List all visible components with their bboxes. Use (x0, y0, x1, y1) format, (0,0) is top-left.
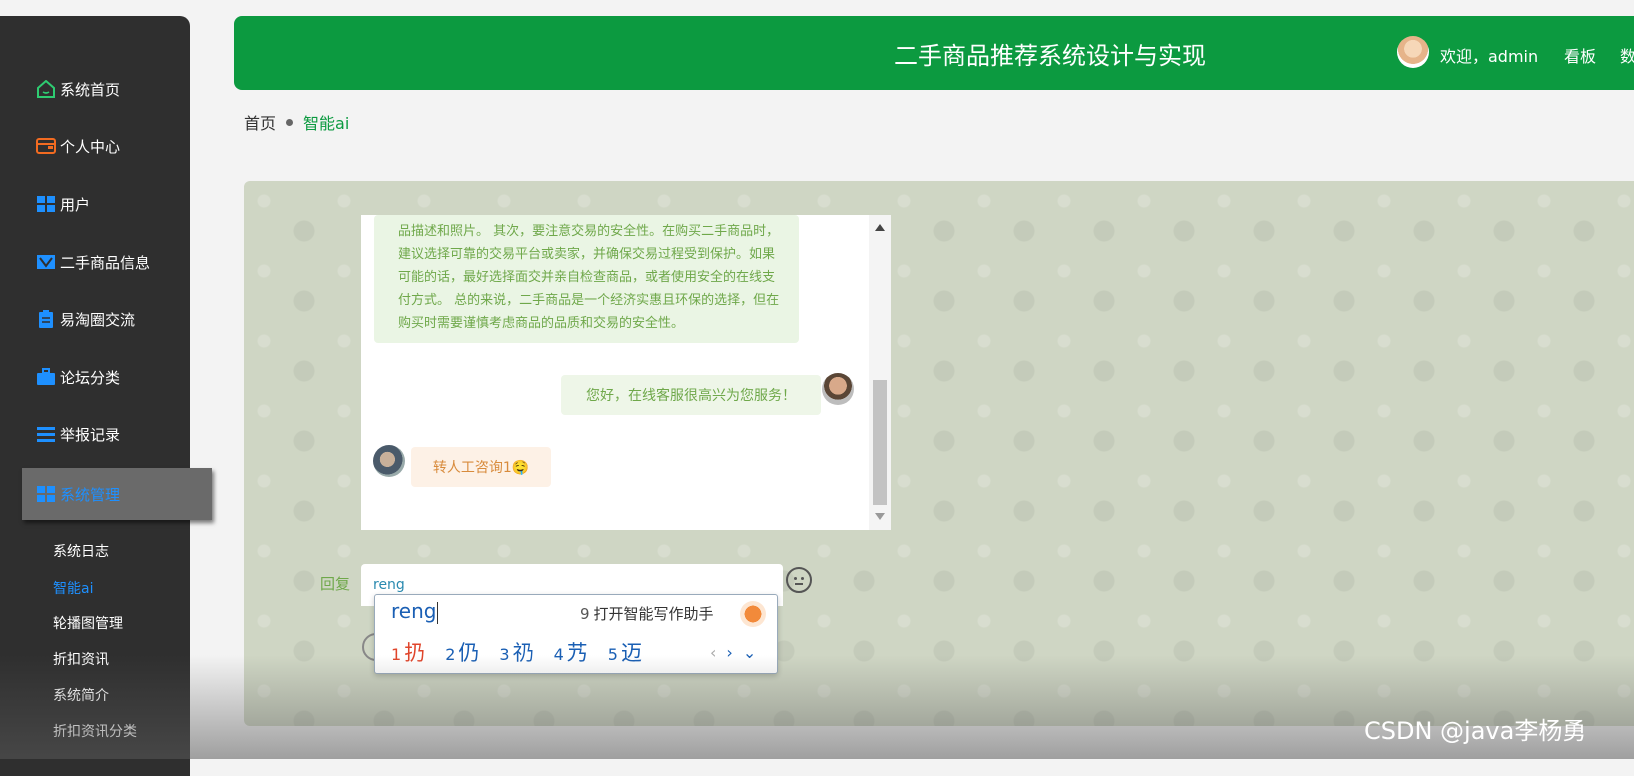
breadcrumb-separator (286, 118, 294, 126)
chevron-left-icon[interactable]: ‹ (710, 643, 716, 662)
sidebar-subitem-system-intro[interactable]: 系统简介 (53, 685, 109, 705)
sidebar: 系统首页 个人中心 用户 二手商品信息 易淘圈交流 论坛分类 举报记录 系统管理… (0, 16, 212, 776)
candidate-number: 3 (499, 645, 510, 664)
sidebar-subitem-system-log[interactable]: 系统日志 (53, 541, 109, 561)
candidate-number: 5 (607, 645, 618, 664)
chevron-right-icon[interactable]: › (726, 643, 732, 662)
sidebar-item-label: 论坛分类 (60, 368, 121, 387)
grid-icon (36, 485, 56, 503)
sidebar-subitem-discount-category[interactable]: 折扣资讯分类 (53, 721, 137, 741)
reply-label: 回复 (320, 575, 351, 593)
chat-scrollbar[interactable] (869, 215, 891, 530)
dashboard-link[interactable]: 看板 (1564, 43, 1596, 67)
sidebar-item-system-management[interactable]: 系统管理 (22, 468, 212, 520)
sidebar-subitem-carousel[interactable]: 轮播图管理 (53, 613, 123, 633)
chevron-down-icon[interactable]: ⌄ (743, 643, 756, 662)
scroll-up-icon[interactable] (875, 224, 885, 231)
sidebar-subitem-discount-news[interactable]: 折扣资讯 (53, 649, 109, 669)
ime-candidate[interactable]: 1扔 (391, 637, 425, 667)
sidebar-subitem-ai[interactable]: 智能ai (53, 578, 93, 598)
avatar[interactable] (1397, 36, 1429, 68)
candidate-number: 1 (391, 645, 402, 664)
ime-composition: reng (391, 599, 439, 624)
ime-assistant-tip[interactable]: 9 打开智能写作助手 (580, 603, 714, 624)
ime-candidate-window[interactable]: reng 9 打开智能写作助手 1扔 2仍 3礽 4艿 5迈 ‹ › ⌄ (374, 594, 778, 674)
text-caret (437, 601, 439, 624)
breadcrumb: 首页 智能ai (244, 110, 349, 134)
sidebar-item-home[interactable]: 系统首页 (36, 77, 120, 101)
sidebar-item-label: 举报记录 (60, 425, 121, 444)
home-icon (36, 79, 56, 98)
ai-message: 品描述和照片。 其次，要注意交易的安全性。在购买二手商品时，建议选择可靠的交易平… (374, 215, 799, 343)
sidebar-item-label: 个人中心 (60, 137, 121, 156)
sidebar-item-label: 用户 (60, 195, 91, 214)
sidebar-item-label: 系统首页 (60, 80, 121, 99)
ime-tip-number: 9 (580, 605, 590, 623)
welcome-text: 欢迎，admin (1440, 47, 1539, 66)
sidebar-item-reports[interactable]: 举报记录 (36, 422, 120, 446)
candidate-number: 2 (445, 645, 456, 664)
candidate-char: 扔 (404, 641, 426, 665)
ime-nav: ‹ › ⌄ (710, 643, 756, 662)
ime-tip-text: 打开智能写作助手 (593, 605, 714, 623)
breadcrumb-current: 智能ai (303, 114, 350, 133)
watermark: CSDN @java李杨勇 (1364, 717, 1587, 745)
scroll-thumb[interactable] (873, 380, 887, 505)
grid-icon (36, 195, 56, 213)
user-message: 转人工咨询1🤤 (411, 447, 551, 487)
ime-candidates: 1扔 2仍 3礽 4艿 5迈 (391, 637, 642, 667)
sidebar-item-label: 二手商品信息 (60, 253, 151, 272)
user-avatar (373, 445, 405, 477)
ime-candidate[interactable]: 4艿 (554, 637, 588, 667)
sidebar-item-community[interactable]: 易淘圈交流 (36, 307, 135, 331)
candidate-char: 迈 (620, 641, 642, 665)
sidebar-item-profile[interactable]: 个人中心 (36, 134, 120, 158)
list-icon (36, 425, 56, 443)
wallet-icon (36, 137, 56, 155)
candidate-char: 仍 (458, 641, 480, 665)
data-link[interactable]: 数 (1620, 43, 1634, 67)
candidate-number: 4 (553, 645, 564, 664)
clipboard-icon (36, 310, 56, 328)
sidebar-item-forum-category[interactable]: 论坛分类 (36, 365, 120, 389)
sidebar-item-users[interactable]: 用户 (36, 192, 90, 216)
ime-candidate[interactable]: 2仍 (445, 637, 479, 667)
scroll-down-icon[interactable] (875, 513, 885, 520)
ime-logo-icon[interactable] (740, 601, 766, 627)
ime-candidate[interactable]: 3礽 (499, 637, 533, 667)
chat-window[interactable]: 品描述和照片。 其次，要注意交易的安全性。在购买二手商品时，建议选择可靠的交易平… (361, 215, 891, 530)
service-avatar (822, 373, 854, 405)
layout-icon (36, 253, 56, 271)
ime-candidate[interactable]: 5迈 (608, 637, 642, 667)
ime-composition-text: reng (391, 599, 437, 623)
sidebar-item-label: 易淘圈交流 (60, 310, 136, 329)
sidebar-item-goods[interactable]: 二手商品信息 (36, 250, 150, 274)
breadcrumb-home[interactable]: 首页 (244, 110, 276, 134)
sidebar-item-label: 系统管理 (60, 485, 121, 504)
emoji-mouth (795, 583, 803, 585)
page-title: 二手商品推荐系统设计与实现 (894, 42, 1206, 70)
briefcase-icon (36, 368, 56, 386)
candidate-char: 艿 (566, 641, 588, 665)
candidate-char: 礽 (512, 641, 534, 665)
emoji-icon[interactable] (786, 567, 812, 593)
service-message: 您好，在线客服很高兴为您服务！ (561, 375, 821, 415)
top-header: 二手商品推荐系统设计与实现 欢迎，admin 看板 数 (234, 16, 1634, 90)
